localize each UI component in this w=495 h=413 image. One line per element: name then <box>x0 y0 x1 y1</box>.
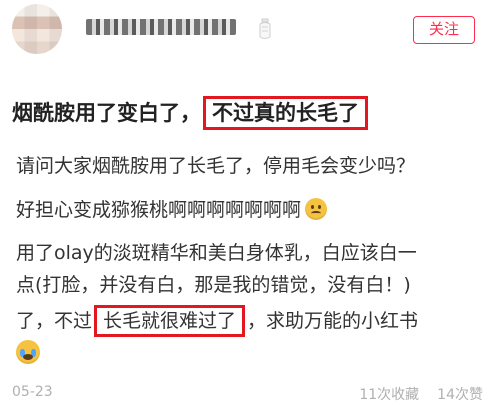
bottle-icon <box>259 18 271 39</box>
title-part-1: 烟酰胺用了变白了， <box>12 101 201 125</box>
title-highlight-box: 不过真的长毛了 <box>203 96 368 130</box>
post-line-3: 用了olay的淡斑精华和美白身体乳，白应该白一 <box>16 242 417 264</box>
worried-face-mouth <box>311 210 322 216</box>
crying-face-emoji <box>16 340 40 364</box>
follow-button[interactable]: 关注 <box>413 16 475 44</box>
post-line-2: 好担心变成猕猴桃啊啊啊啊啊啊啊 <box>16 195 328 222</box>
post-date: 05-23 <box>12 384 53 400</box>
post-line-2-text: 好担心变成猕猴桃啊啊啊啊啊啊啊 <box>16 199 302 221</box>
avatar[interactable] <box>12 4 62 54</box>
username-pixelated <box>86 19 236 35</box>
crying-mouth <box>23 354 33 360</box>
post-line-5-highlight: 长毛就很难过了 <box>103 310 237 332</box>
post-title: 烟酰胺用了变白了， 不过真的长毛了 <box>12 96 368 130</box>
post-line-5-suffix: ，求助万能的小红书 <box>247 310 419 332</box>
post-stats: 11次收藏 14次赞 <box>359 384 483 404</box>
worried-face-emoji <box>305 197 328 220</box>
username[interactable] <box>86 16 236 38</box>
post-line-1: 请问大家烟酰胺用了长毛了，停用毛会变少吗？ <box>16 155 416 177</box>
post-line-5: 了，不过 长毛就很难过了 ，求助万能的小红书 <box>16 305 418 337</box>
title-part-2: 不过真的长毛了 <box>212 101 359 125</box>
likes-count: 14次赞 <box>437 387 483 403</box>
post-line-5-prefix: 了，不过 <box>16 310 93 332</box>
post-line-4: 点(打脸，并没有白，那是我的错觉，没有白！) <box>16 274 411 296</box>
saves-count: 11次收藏 <box>359 387 420 403</box>
post-header: 关注 <box>0 0 495 66</box>
post-card: 关注 烟酰胺用了变白了， 不过真的长毛了 请问大家烟酰胺用了长毛了，停用毛会变少吗… <box>0 0 495 413</box>
line-5-highlight-box: 长毛就很难过了 <box>94 305 246 337</box>
